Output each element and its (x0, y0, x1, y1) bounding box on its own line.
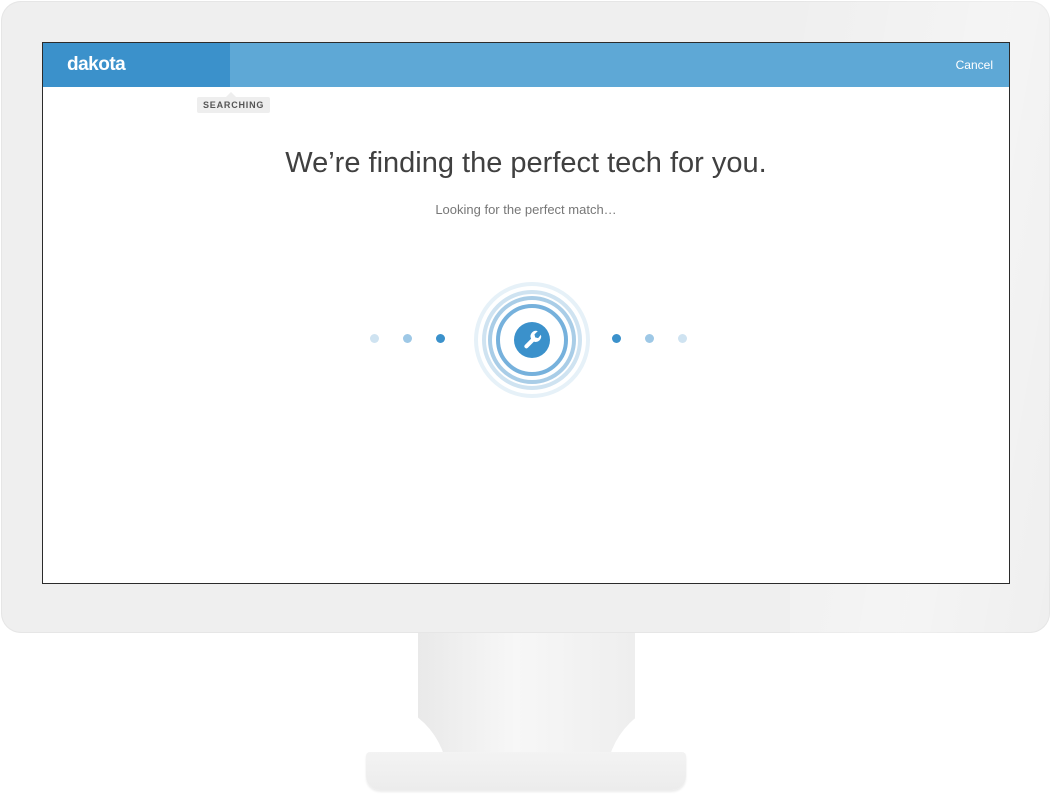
monitor-stand-foot (366, 752, 686, 790)
top-bar: dakota Cancel (43, 43, 1009, 87)
page-headline: We’re finding the perfect tech for you. (285, 147, 767, 179)
progress-dot (645, 334, 654, 343)
page-subtext: Looking for the perfect match… (435, 202, 617, 217)
cancel-link[interactable]: Cancel (956, 58, 993, 72)
logo-block: dakota (43, 43, 230, 87)
progress-dot (678, 334, 687, 343)
progress-dot (403, 334, 412, 343)
progress-dot (436, 334, 445, 343)
wrench-icon (514, 322, 550, 358)
monitor-stand-neck (418, 633, 635, 753)
progress-dot (370, 334, 379, 343)
screen: dakota Cancel SEARCHING We’re finding th… (42, 42, 1010, 584)
search-radar (474, 282, 590, 398)
step-indicator: SEARCHING (197, 92, 271, 113)
progress-dot (612, 334, 621, 343)
brand-logo[interactable]: dakota (67, 54, 126, 76)
